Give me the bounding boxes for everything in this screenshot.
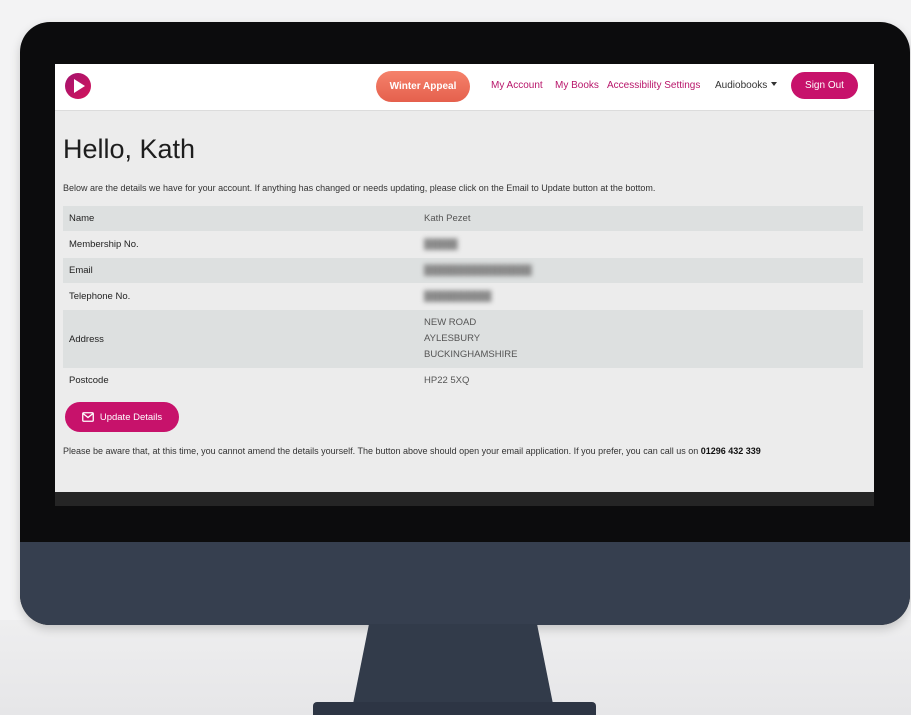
play-logo-icon[interactable] <box>65 73 91 99</box>
postcode-value: HP22 5XQ <box>424 375 470 386</box>
table-row: Membership No. █████ <box>63 231 863 258</box>
monitor-stand-base <box>313 702 596 715</box>
footer-bar <box>55 492 874 506</box>
email-label: Email <box>69 265 93 276</box>
address-line: BUCKINGHAMSHIRE <box>424 349 518 360</box>
table-row: Postcode HP22 5XQ <box>63 368 863 393</box>
postcode-label: Postcode <box>69 375 109 386</box>
nav-audiobooks-label: Audiobooks <box>715 80 768 91</box>
nav-my-books-link[interactable]: My Books <box>555 80 599 91</box>
membership-value-redacted: █████ <box>424 239 458 250</box>
monitor-chin <box>20 542 910 625</box>
telephone-value-redacted: ██████████ <box>424 291 492 302</box>
nav-my-account-link[interactable]: My Account <box>491 80 543 91</box>
telephone-label: Telephone No. <box>69 291 131 302</box>
nav-audiobooks-dropdown[interactable]: Audiobooks <box>715 80 778 91</box>
email-value-redacted: ████████████████ <box>424 265 532 276</box>
page-title: Hello, Kath <box>63 134 196 164</box>
update-details-label: Update Details <box>99 411 163 423</box>
sign-out-button[interactable]: Sign Out <box>791 72 858 99</box>
notice-message: Please be aware that, at this time, you … <box>63 446 699 456</box>
address-line: AYLESBURY <box>424 333 481 344</box>
table-row: Name Kath Pezet <box>63 206 863 231</box>
address-label: Address <box>69 333 104 345</box>
notice-text: Please be aware that, at this time, you … <box>63 444 871 459</box>
update-details-button[interactable]: Update Details <box>65 402 179 432</box>
membership-label: Membership No. <box>69 239 139 250</box>
winter-appeal-button[interactable]: Winter Appeal <box>376 71 470 102</box>
name-value: Kath Pezet <box>424 213 471 224</box>
table-row: Telephone No. ██████████ <box>63 283 863 310</box>
table-row: Email ████████████████ <box>63 258 863 283</box>
nav-accessibility-settings-link[interactable]: Accessibility Settings <box>607 80 700 91</box>
contact-phone-number: 01296 432 339 <box>700 446 761 456</box>
envelope-icon <box>81 412 94 422</box>
monitor-stand <box>353 624 553 704</box>
table-row: Address NEW ROAD AYLESBURY BUCKINGHAMSHI… <box>63 310 863 368</box>
account-details-table: Name Kath Pezet Membership No. █████ Ema… <box>63 206 863 393</box>
address-line: NEW ROAD <box>424 317 477 328</box>
monitor-screen: Winter Appeal My Account My Books Access… <box>55 64 874 506</box>
top-navigation: Winter Appeal My Account My Books Access… <box>55 64 874 111</box>
caret-down-icon <box>771 82 778 86</box>
name-label: Name <box>69 213 95 224</box>
address-value: NEW ROAD AYLESBURY BUCKINGHAMSHIRE <box>418 310 863 368</box>
intro-text: Below are the details we have for your a… <box>63 183 656 193</box>
